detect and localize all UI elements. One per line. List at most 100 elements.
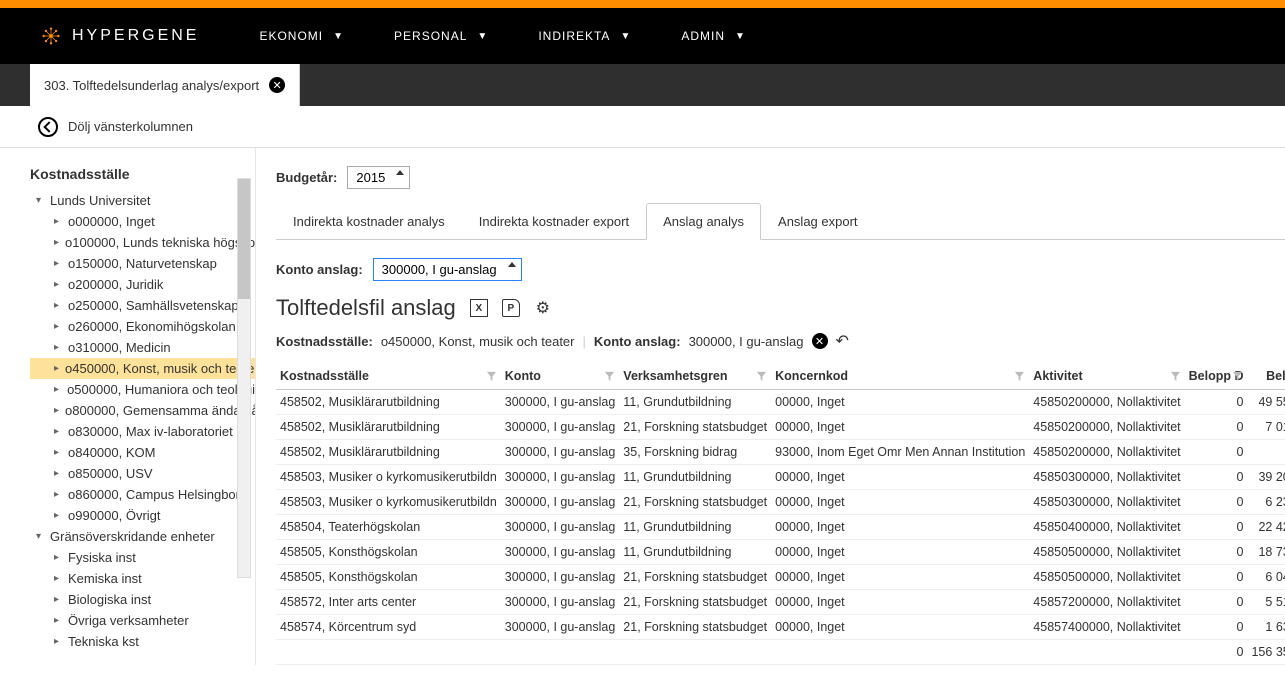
- table-row[interactable]: 458502, Musiklärarutbildning300000, I gu…: [276, 415, 1285, 440]
- caret-right-icon: ▸: [54, 510, 62, 521]
- sidebar-item[interactable]: ▸Övriga verksamheter: [30, 610, 255, 631]
- sidebar-item[interactable]: ▸o450000, Konst, musik och teater: [30, 358, 255, 379]
- data-table: KostnadsställeKontoVerksamhetsgrenKoncer…: [276, 363, 1285, 665]
- nav-admin[interactable]: ADMIN▼: [681, 29, 746, 43]
- breadcrumb: Kostnadsställe: o450000, Konst, musik oc…: [276, 331, 1285, 351]
- logo[interactable]: HYPERGENE: [40, 25, 199, 47]
- column-header[interactable]: Belopp D: [1185, 363, 1248, 390]
- sidebar-item[interactable]: ▸o200000, Juridik: [30, 274, 255, 295]
- table-row[interactable]: 458502, Musiklärarutbildning300000, I gu…: [276, 440, 1285, 465]
- caret-right-icon: ▸: [54, 384, 61, 395]
- nav-ekonomi[interactable]: EKONOMI▼: [259, 29, 344, 43]
- sidebar-item[interactable]: ▸o850000, USV: [30, 463, 255, 484]
- column-header[interactable]: Verksamhetsgren: [619, 363, 771, 390]
- sidebar-item[interactable]: ▸o100000, Lunds tekniska högskola: [30, 232, 255, 253]
- header: HYPERGENE EKONOMI▼ PERSONAL▼ INDIREKTA▼ …: [0, 8, 1285, 64]
- table-row[interactable]: 458503, Musiker o kyrkomusikerutbildn300…: [276, 490, 1285, 515]
- caret-right-icon: ▸: [54, 342, 62, 353]
- close-icon[interactable]: ✕: [269, 77, 285, 93]
- sidebar-item[interactable]: ▸o800000, Gemensamma ändamål: [30, 400, 255, 421]
- filter-icon[interactable]: [1232, 371, 1243, 385]
- caret-right-icon: ▸: [54, 447, 62, 458]
- table-row[interactable]: 458572, Inter arts center300000, I gu-an…: [276, 590, 1285, 615]
- sidebar-item[interactable]: ▸Fysiska inst: [30, 547, 255, 568]
- sub-toolbar: Dölj vänsterkolumnen: [0, 106, 1285, 148]
- logo-text: HYPERGENE: [72, 27, 199, 45]
- logo-icon: [40, 25, 62, 47]
- table-row[interactable]: 458505, Konsthögskolan300000, I gu-ansla…: [276, 540, 1285, 565]
- sidebar-item[interactable]: ▸o500000, Humaniora och teologi: [30, 379, 255, 400]
- table-row[interactable]: 458503, Musiker o kyrkomusikerutbildn300…: [276, 465, 1285, 490]
- sidebar-item[interactable]: ▸Tekniska kst: [30, 631, 255, 652]
- export-pdf-icon[interactable]: P: [502, 299, 520, 317]
- sidebar-item[interactable]: ▸o150000, Naturvetenskap: [30, 253, 255, 274]
- inner-tab[interactable]: Anslag analys: [646, 203, 761, 240]
- crumb-ka-value: 300000, I gu-anslag: [689, 334, 804, 349]
- caret-right-icon: ▸: [54, 300, 62, 311]
- sidebar: Kostnadsställe ▾Lunds Universitet ▸o0000…: [0, 148, 255, 665]
- caret-right-icon: ▸: [54, 636, 62, 647]
- hide-left-column-link[interactable]: Dölj vänsterkolumnen: [68, 119, 193, 134]
- caret-right-icon: ▸: [54, 279, 62, 290]
- tree-root-ge[interactable]: ▾Gränsöverskridande enheter: [30, 526, 255, 547]
- budgetar-label: Budgetår:: [276, 170, 337, 185]
- filter-icon[interactable]: [604, 371, 615, 385]
- scrollbar-thumb[interactable]: [238, 179, 250, 299]
- scrollbar[interactable]: [237, 178, 251, 578]
- caret-right-icon: ▸: [54, 615, 62, 626]
- export-excel-icon[interactable]: X: [470, 299, 488, 317]
- column-header[interactable]: Kostnadsställe: [276, 363, 501, 390]
- sidebar-item[interactable]: ▸o840000, KOM: [30, 442, 255, 463]
- chevron-down-icon: ▼: [735, 31, 746, 42]
- filter-icon[interactable]: [1014, 371, 1025, 385]
- filter-icon[interactable]: [486, 371, 497, 385]
- caret-down-icon: ▾: [36, 195, 44, 206]
- chevron-down-icon: ▼: [477, 31, 488, 42]
- column-header[interactable]: Belopp K: [1247, 363, 1285, 390]
- caret-down-icon: ▾: [36, 531, 44, 542]
- column-header[interactable]: Koncernkod: [771, 363, 1029, 390]
- sidebar-item[interactable]: ▸o830000, Max iv-laboratoriet: [30, 421, 255, 442]
- table-row[interactable]: 458504, Teaterhögskolan300000, I gu-ansl…: [276, 515, 1285, 540]
- sidebar-item[interactable]: ▸o000000, Inget: [30, 211, 255, 232]
- nav-indirekta[interactable]: INDIREKTA▼: [538, 29, 631, 43]
- main-content: Budgetår: 2015 Indirekta kostnader analy…: [255, 148, 1285, 665]
- table-row[interactable]: 458574, Körcentrum syd300000, I gu-ansla…: [276, 615, 1285, 640]
- sidebar-item[interactable]: ▸o990000, Övrigt: [30, 505, 255, 526]
- caret-right-icon: ▸: [54, 594, 62, 605]
- sidebar-item[interactable]: ▸o250000, Samhällsvetenskap: [30, 295, 255, 316]
- column-header[interactable]: Aktivitet: [1029, 363, 1184, 390]
- sidebar-item[interactable]: ▸o260000, Ekonomihögskolan: [30, 316, 255, 337]
- sidebar-item[interactable]: ▸Kemiska inst: [30, 568, 255, 589]
- clear-filter-icon[interactable]: ✕: [812, 333, 828, 349]
- tab-bar: 303. Tolftedelsunderlag analys/export ✕: [0, 64, 1285, 106]
- inner-tab[interactable]: Indirekta kostnader analys: [276, 203, 462, 240]
- document-tab[interactable]: 303. Tolftedelsunderlag analys/export ✕: [30, 64, 300, 106]
- konto-anslag-label: Konto anslag:: [276, 262, 363, 277]
- back-icon[interactable]: [38, 117, 58, 137]
- konto-anslag-select[interactable]: 300000, I gu-anslag: [373, 258, 522, 281]
- table-row[interactable]: 458502, Musiklärarutbildning300000, I gu…: [276, 390, 1285, 415]
- sidebar-title: Kostnadsställe: [30, 166, 255, 182]
- table-row[interactable]: 458505, Konsthögskolan300000, I gu-ansla…: [276, 565, 1285, 590]
- caret-right-icon: ▸: [54, 363, 59, 374]
- undo-icon[interactable]: ↶: [836, 331, 849, 351]
- caret-right-icon: ▸: [54, 237, 59, 248]
- column-header[interactable]: Konto: [501, 363, 620, 390]
- inner-tab[interactable]: Indirekta kostnader export: [462, 203, 646, 240]
- sidebar-item[interactable]: ▸o310000, Medicin: [30, 337, 255, 358]
- table-total-row: 0156 356 000: [276, 640, 1285, 665]
- tree-root-lu[interactable]: ▾Lunds Universitet: [30, 190, 255, 211]
- sidebar-item[interactable]: ▸Biologiska inst: [30, 589, 255, 610]
- nav-personal[interactable]: PERSONAL▼: [394, 29, 488, 43]
- inner-tab[interactable]: Anslag export: [761, 203, 875, 240]
- budgetar-select[interactable]: 2015: [347, 166, 410, 189]
- filter-icon[interactable]: [1170, 371, 1181, 385]
- filter-icon[interactable]: [756, 371, 767, 385]
- caret-right-icon: ▸: [54, 552, 62, 563]
- caret-right-icon: ▸: [54, 216, 62, 227]
- caret-right-icon: ▸: [54, 321, 62, 332]
- sidebar-item[interactable]: ▸o860000, Campus Helsingborg: [30, 484, 255, 505]
- caret-right-icon: ▸: [54, 489, 62, 500]
- gear-icon[interactable]: ⚙: [534, 299, 552, 317]
